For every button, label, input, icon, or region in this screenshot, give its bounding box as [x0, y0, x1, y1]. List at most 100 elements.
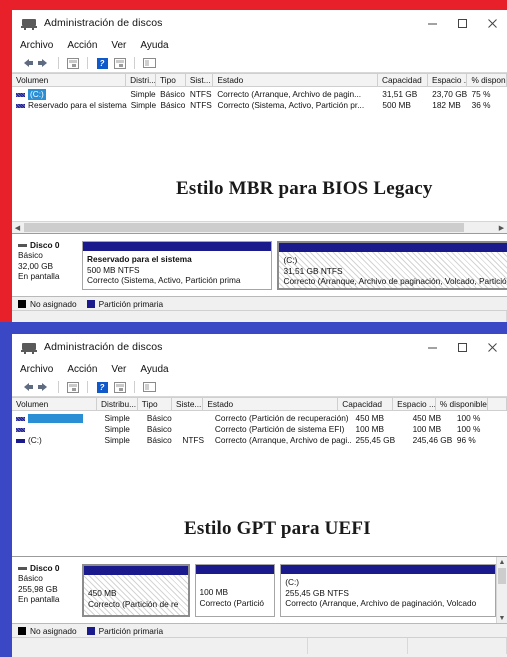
properties-icon[interactable] [65, 380, 81, 394]
vertical-scrollbar[interactable]: ▲ ▼ [496, 557, 507, 623]
table-row[interactable]: (C:) Simple Básico NTFS Correcto (Arranq… [12, 435, 507, 446]
disk-graphic-pane-gpt: Disco 0 Básico 255,98 GB En pantalla 450… [12, 556, 507, 623]
menu-accion[interactable]: Acción [67, 364, 106, 375]
cell-sistema: NTFS [189, 89, 212, 99]
back-arrow-icon[interactable] [18, 380, 34, 394]
table-row[interactable]: Reservado para el sistema Simple Básico … [12, 100, 507, 111]
view-list-icon[interactable] [141, 380, 157, 394]
partition-name: (C:) [285, 577, 300, 587]
forward-arrow-icon[interactable] [36, 56, 52, 70]
menu-ayuda[interactable]: Ayuda [140, 364, 177, 375]
scroll-down-icon[interactable]: ▼ [497, 613, 507, 623]
cell-tipo: Básico [146, 435, 172, 445]
forward-arrow-icon[interactable] [36, 380, 52, 394]
back-arrow-icon[interactable] [18, 56, 34, 70]
minimize-icon[interactable] [417, 334, 447, 360]
maximize-icon[interactable] [447, 10, 477, 36]
properties-icon[interactable] [65, 56, 81, 70]
view-list-icon[interactable] [141, 56, 157, 70]
statusbar-cell [408, 638, 507, 654]
disk-graphic-pane-mbr: Disco 0 Básico 32,00 GB En pantalla Rese… [12, 233, 507, 296]
partition-name [200, 577, 271, 587]
table-row[interactable]: (C:) Simple Básico NTFS Correcto (Arranq… [12, 89, 507, 100]
col-porcentaje[interactable]: % disponible [436, 398, 488, 410]
statusbar-cell [308, 638, 408, 654]
col-espacio[interactable]: Espacio ... [428, 74, 468, 86]
cell-capacidad: 100 MB [355, 424, 385, 434]
toolbar-separator [87, 57, 88, 69]
menu-ver[interactable]: Ver [111, 40, 135, 51]
disk-info-mbr[interactable]: Disco 0 Básico 32,00 GB En pantalla [12, 234, 80, 296]
col-extra[interactable] [488, 398, 507, 410]
legend-swatch-primary [86, 299, 95, 308]
cell-capacidad: 31,51 GB [382, 89, 418, 99]
volume-list-header[interactable]: Volumen Distribu... Tipo Siste... Estado… [12, 397, 507, 411]
menu-archivo[interactable]: Archivo [20, 364, 62, 375]
maximize-icon[interactable] [447, 334, 477, 360]
menubar: Archivo Acción Ver Ayuda [12, 360, 507, 378]
partition-block[interactable]: 100 MB Correcto (Partició [194, 564, 276, 617]
col-porcentaje[interactable]: % disponil [467, 74, 507, 86]
col-volumen[interactable]: Volumen [12, 74, 127, 86]
titlebar[interactable]: Administración de discos [12, 334, 507, 360]
col-sistema[interactable]: Siste... [172, 398, 204, 410]
menu-ver[interactable]: Ver [111, 364, 135, 375]
menu-archivo[interactable]: Archivo [20, 40, 62, 51]
partition-block[interactable]: 450 MB Correcto (Partición de re [82, 564, 190, 617]
horizontal-scrollbar[interactable]: ◀ ▶ [12, 221, 507, 233]
scroll-track[interactable] [23, 223, 496, 232]
partition-block[interactable]: Reservado para el sistema 500 MB NTFS Co… [82, 241, 273, 290]
scroll-left-icon[interactable]: ◀ [12, 222, 23, 233]
legend-mbr: No asignado Partición primaria [12, 296, 507, 310]
statusbar-cell [12, 638, 309, 654]
col-sistema[interactable]: Sist... [186, 74, 214, 86]
disk-management-icon [21, 340, 37, 354]
partition-size: 100 MB [199, 587, 229, 597]
partition-name [88, 578, 184, 588]
col-distribucion[interactable]: Distri... [126, 74, 157, 86]
col-capacidad[interactable]: Capacidad [378, 74, 428, 86]
partition-name: Reservado para el sistema [87, 254, 192, 264]
col-tipo[interactable]: Tipo [138, 398, 172, 410]
disk-partitions-gpt: 450 MB Correcto (Partición de re 100 MB … [80, 557, 496, 623]
scroll-right-icon[interactable]: ▶ [496, 222, 507, 233]
disk-management-icon [21, 16, 37, 30]
close-icon[interactable] [477, 334, 507, 360]
refresh-icon[interactable] [112, 380, 128, 394]
menu-ayuda[interactable]: Ayuda [140, 40, 177, 51]
col-volumen[interactable]: Volumen [12, 398, 98, 410]
partition-block[interactable]: (C:) 31,51 GB NTFS Correcto (Arranque, A… [277, 241, 507, 290]
table-row[interactable]: Simple Básico Correcto (Partición de rec… [12, 413, 507, 424]
toolbar-separator [58, 381, 59, 393]
cell-espacio: 182 MB [432, 100, 461, 110]
col-capacidad[interactable]: Capacidad [338, 398, 394, 410]
volume-list-header[interactable]: Volumen Distri... Tipo Sist... Estado Ca… [12, 73, 507, 87]
table-row[interactable]: Simple Básico Correcto (Partición de sis… [12, 424, 507, 435]
titlebar[interactable]: Administración de discos [12, 10, 507, 36]
scroll-thumb[interactable] [498, 568, 506, 584]
menu-accion[interactable]: Acción [67, 40, 106, 51]
col-tipo[interactable]: Tipo [156, 74, 186, 86]
help-icon[interactable]: ? [94, 380, 110, 394]
minimize-icon[interactable] [417, 10, 447, 36]
partition-block[interactable]: (C:) 255,45 GB NTFS Correcto (Arranque, … [280, 564, 496, 617]
help-icon[interactable]: ? [94, 56, 110, 70]
legend-label-unallocated: No asignado [30, 625, 77, 636]
col-distribucion[interactable]: Distribu... [97, 398, 138, 410]
cell-distribucion: Simple [130, 100, 157, 110]
disk-name: Disco 0 [30, 240, 60, 250]
disk-info-gpt[interactable]: Disco 0 Básico 255,98 GB En pantalla [12, 557, 80, 623]
col-estado[interactable]: Estado [213, 74, 379, 86]
col-estado[interactable]: Estado [203, 398, 339, 410]
col-espacio[interactable]: Espacio ... [393, 398, 436, 410]
scroll-up-icon[interactable]: ▲ [497, 557, 507, 567]
legend-label-primary: Partición primaria [98, 625, 164, 636]
statusbar-gpt [12, 637, 507, 654]
scroll-thumb[interactable] [24, 223, 464, 232]
cell-tipo: Básico [160, 100, 186, 110]
refresh-icon[interactable] [112, 56, 128, 70]
partition-capbar [281, 565, 495, 574]
close-icon[interactable] [477, 10, 507, 36]
disk-state: En pantalla [18, 271, 60, 281]
volume-bar-icon [16, 103, 25, 108]
